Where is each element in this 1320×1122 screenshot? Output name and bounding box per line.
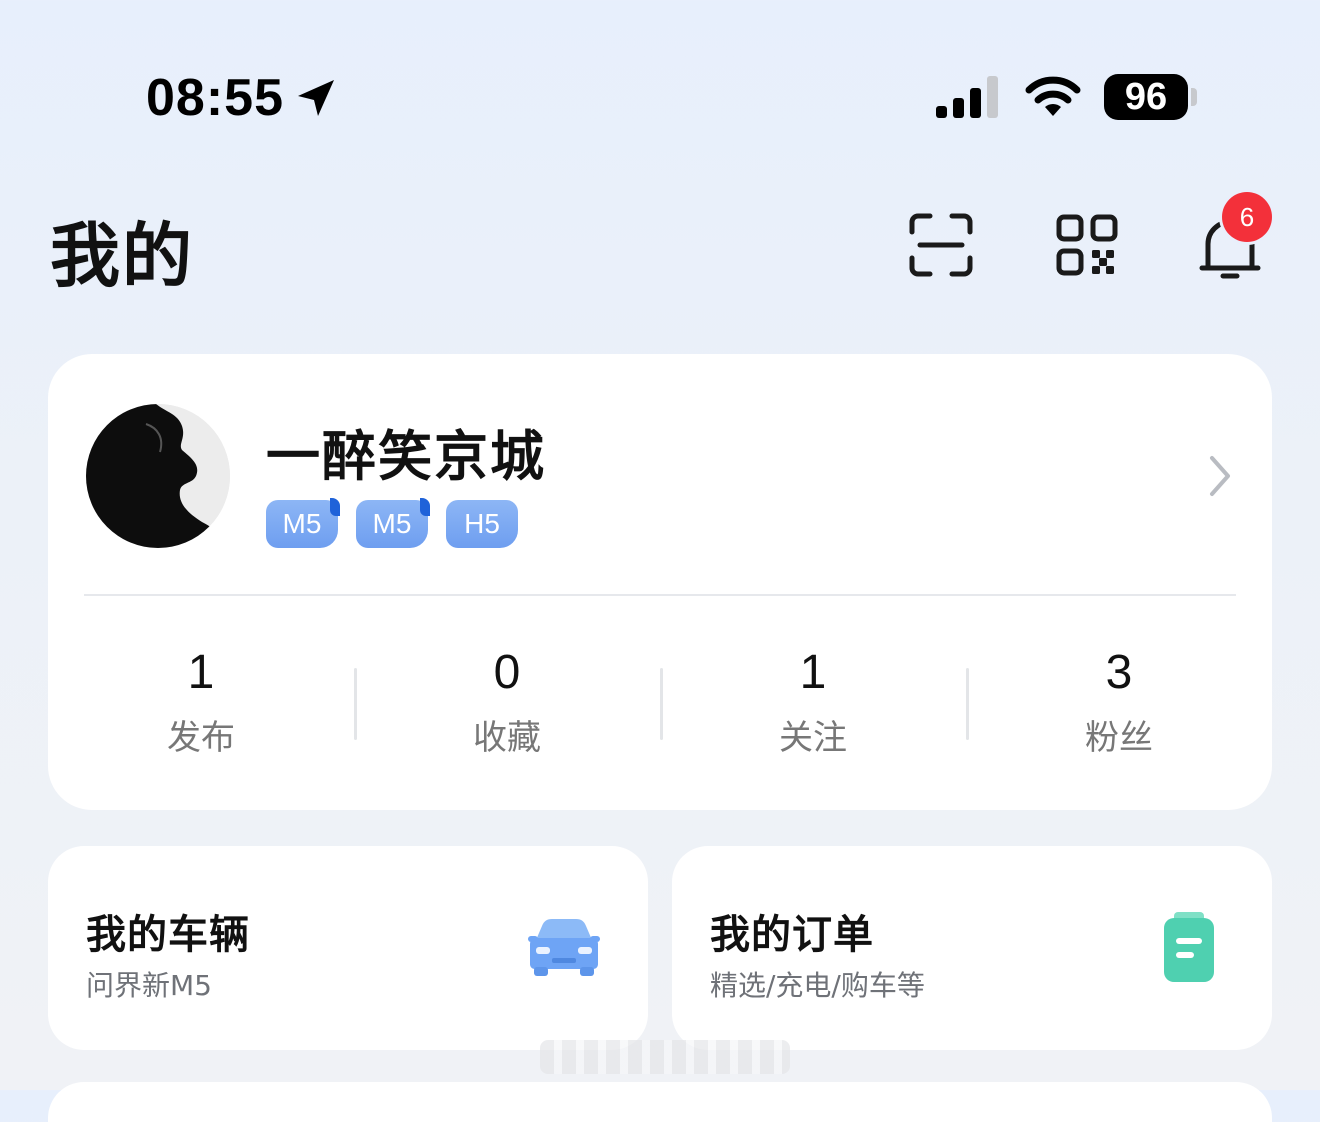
stat-value: 1	[187, 646, 215, 699]
wifi-icon	[1025, 76, 1081, 116]
vehicle-tag: M5	[356, 498, 430, 548]
my-orders-card[interactable]: 我的订单 精选/充电/购车等	[672, 846, 1272, 1050]
chevron-right-icon[interactable]	[1206, 454, 1234, 498]
status-time: 08:55	[146, 66, 338, 130]
avatar[interactable]	[86, 404, 230, 548]
vehicle-tag: H5	[446, 500, 518, 548]
stat-posts[interactable]: 1 发布	[48, 644, 354, 764]
stat-value: 0	[493, 646, 521, 699]
battery-level: 96	[1124, 75, 1168, 118]
notification-badge: 6	[1222, 192, 1272, 242]
user-name: 一醉笑京城	[266, 425, 546, 488]
card-subtitle: 精选/充电/购车等	[710, 969, 925, 1002]
stat-value: 1	[799, 646, 827, 699]
stat-label: 关注	[779, 718, 847, 758]
vehicle-tag-label: M5	[372, 508, 412, 539]
vehicle-tags: M5 M5 H5	[266, 498, 518, 548]
status-time-text: 08:55	[146, 69, 284, 127]
notification-count: 6	[1239, 201, 1255, 232]
stat-label: 收藏	[473, 718, 541, 758]
stat-followers[interactable]: 3 粉丝	[966, 644, 1272, 764]
divider	[84, 594, 1236, 596]
qr-code-icon[interactable]	[1054, 212, 1120, 278]
battery-icon: 96	[1104, 74, 1188, 120]
tag-corner-mark	[420, 498, 430, 516]
car-icon	[528, 919, 600, 976]
stats-row: 1 发布 0 收藏 1 关注 3 粉丝	[48, 644, 1272, 764]
stat-favorites[interactable]: 0 收藏	[354, 644, 660, 764]
profile-card[interactable]: 一醉笑京城 M5 M5 H5 1 发布 0 收藏 1 关注 3 粉丝	[48, 354, 1272, 810]
card-subtitle: 问界新M5	[86, 969, 212, 1002]
stat-label: 粉丝	[1085, 718, 1153, 758]
page-title: 我的	[50, 215, 194, 297]
order-clipboard-icon	[1164, 912, 1214, 982]
avatar-silhouette	[86, 404, 230, 548]
card-title: 我的车辆	[86, 912, 250, 958]
location-arrow-icon	[298, 80, 334, 116]
stat-label: 发布	[167, 718, 235, 758]
cellular-signal-icon	[936, 76, 998, 118]
home-indicator	[540, 1040, 790, 1074]
scan-icon[interactable]	[908, 212, 974, 278]
stat-value: 3	[1105, 646, 1133, 699]
my-vehicle-card[interactable]: 我的车辆 问界新M5	[48, 846, 648, 1050]
next-card-edge	[48, 1082, 1272, 1122]
battery-tip	[1191, 88, 1197, 106]
card-title: 我的订单	[710, 912, 874, 958]
stat-following[interactable]: 1 关注	[660, 644, 966, 764]
vehicle-tag: M5	[266, 498, 340, 548]
vehicle-tag-label: M5	[282, 508, 322, 539]
vehicle-tag-label: H5	[464, 508, 500, 539]
tag-corner-mark	[330, 498, 340, 516]
